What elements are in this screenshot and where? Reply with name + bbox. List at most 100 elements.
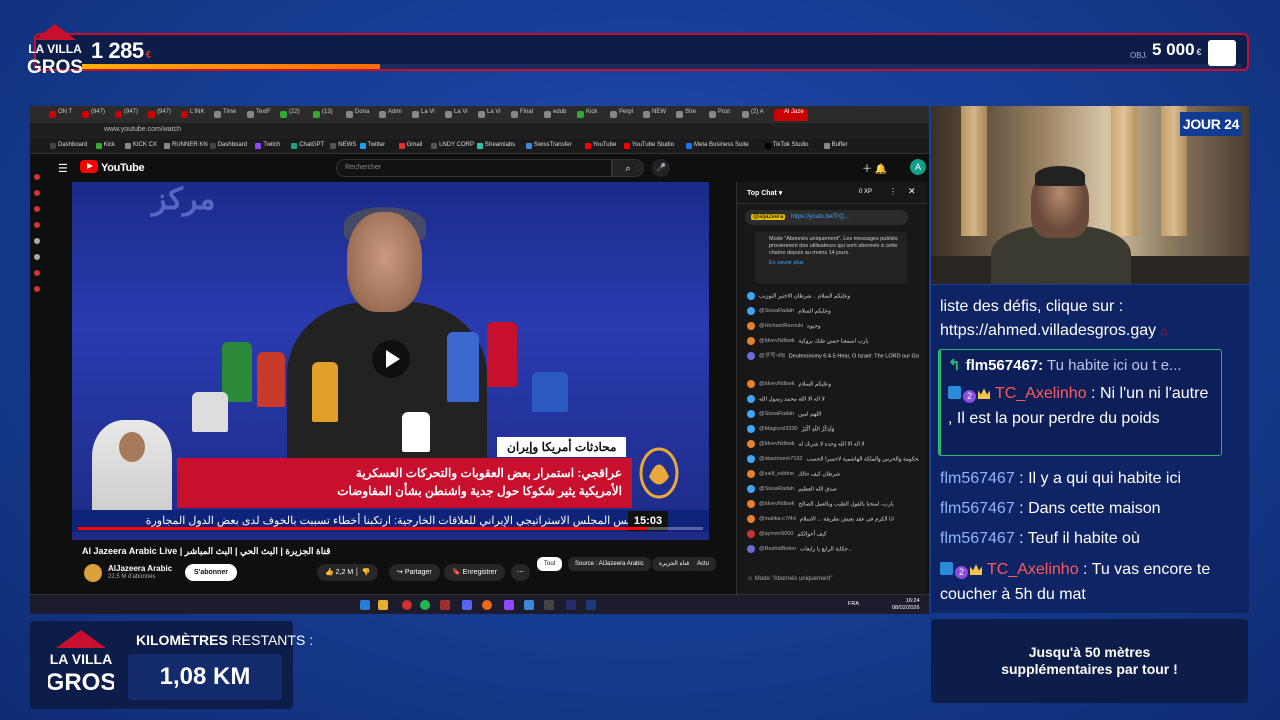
hamburger-menu-icon[interactable]: ☰ (58, 162, 68, 175)
bookmark-item[interactable]: Streamlabs (476, 142, 515, 149)
bookmark-item[interactable]: YouTube Studio (623, 142, 674, 149)
chat-message[interactable]: وعليكم السلام .. شرطان الاختبر التوزيب (747, 292, 919, 300)
chat-message[interactable]: @malika-c7f4d انا الكرم في عقد يعيش بطريق… (747, 515, 919, 523)
account-avatar[interactable]: A (910, 159, 926, 175)
browser-tab[interactable]: NEW (642, 109, 666, 121)
play-icon[interactable] (372, 340, 410, 378)
share-button[interactable]: ↪ Partager (389, 564, 440, 581)
discord-icon[interactable] (462, 600, 472, 610)
filter-chip[interactable]: Actu (690, 557, 717, 571)
bookmark-item[interactable]: KICK CX (124, 142, 157, 149)
browser-tab[interactable]: Admi (378, 109, 402, 121)
premiere-icon[interactable] (566, 600, 576, 610)
chat-message[interactable]: @SissaRadah صدق الله العظيم (747, 485, 919, 493)
youtube-wordmark[interactable]: YouTube (101, 162, 145, 174)
start-icon[interactable] (360, 600, 370, 610)
url-text[interactable]: www.youtube.com/watch (104, 126, 181, 133)
sidebar-icon[interactable] (34, 270, 40, 276)
chat-input[interactable]: ☺ Mode "Abonnés uniquement" (747, 576, 832, 582)
chat-message[interactable]: @ダ写-d9j Deuteronomy 6:4-5 Hear, O Israel:… (747, 352, 919, 360)
sidebar-icon[interactable] (34, 190, 40, 196)
chat-message[interactable]: @SissaRadah وعليكم السلام (747, 307, 919, 315)
search-input[interactable]: Rechercher (336, 159, 612, 177)
firefox-icon[interactable] (482, 600, 492, 610)
chat-message[interactable]: @IdvevNdbwk وعليكم السلام (747, 380, 919, 388)
chat-message[interactable]: @aymen9000 كيف أحوالكم (747, 530, 919, 538)
browser-tab[interactable]: (947) (81, 109, 105, 121)
browser-tab[interactable]: (947) (114, 109, 138, 121)
close-icon[interactable]: ✕ (908, 186, 916, 197)
chrome-icon[interactable] (402, 600, 412, 610)
browser-tab[interactable]: La Vi (444, 109, 468, 121)
player-controls[interactable] (72, 527, 709, 540)
chat-message[interactable]: @salif_eddine شرطان كيف حالك (747, 470, 919, 478)
chat-message[interactable]: @IdvevNdbwk يارب اسمعنا حسن ظنك بروكية (747, 337, 919, 345)
more-options-icon[interactable]: ⋯ (511, 564, 530, 581)
browser-tab[interactable]: La Vi (411, 109, 435, 121)
filter-chip[interactable]: Tout (537, 557, 563, 571)
like-button[interactable]: 👍 2,2 M │ 👎 (317, 564, 379, 581)
system-clock[interactable]: 16:24 08/02/2026 (892, 598, 920, 612)
chat-message[interactable]: @HichamRezouki وحيوه (747, 322, 919, 330)
app-icon[interactable] (524, 600, 534, 610)
browser-tab[interactable]: (947) (147, 109, 171, 121)
address-bar[interactable]: www.youtube.com/watch (30, 123, 929, 139)
video-player[interactable]: مركز محادثات أمريكا وإيران عراقجي: استمر… (72, 182, 709, 540)
chat-mode-dropdown[interactable]: Top Chat ▾ (747, 189, 782, 197)
sidebar-icon[interactable] (34, 254, 40, 260)
spotify-icon[interactable] (420, 600, 430, 610)
sidebar-icon[interactable] (34, 238, 40, 244)
search-icon[interactable]: ⌕ (612, 159, 644, 177)
sidebar-icon[interactable] (34, 174, 40, 180)
bookmark-item[interactable]: RUNNER KN (164, 142, 208, 149)
save-button[interactable]: 🔖 Enregistrer (444, 564, 505, 581)
twitch-icon[interactable] (504, 600, 514, 610)
learn-more-link[interactable]: En savoir plus (769, 260, 903, 267)
language-indicator[interactable]: FRA (848, 601, 859, 607)
bookmark-item[interactable]: Twitch (255, 142, 280, 149)
bookmark-item[interactable]: YouTube (584, 142, 616, 149)
photoshop-icon[interactable] (586, 600, 596, 610)
app-icon[interactable] (544, 600, 554, 610)
bookmark-item[interactable]: NEWS (330, 142, 356, 149)
bookmark-item[interactable]: ChatGPT (291, 142, 324, 149)
sidebar-icon[interactable] (34, 222, 40, 228)
channel-avatar[interactable] (84, 564, 102, 582)
bookmark-item[interactable]: SwissTransfer (525, 142, 572, 149)
microphone-icon[interactable]: 🎤 (652, 159, 670, 177)
bookmark-item[interactable]: Dashboard (209, 142, 247, 149)
more-options-icon[interactable]: ⋮ (889, 187, 897, 196)
browser-tab[interactable]: ON T (48, 109, 72, 121)
bookmark-item[interactable]: Buffer (823, 142, 848, 149)
app-icon[interactable] (440, 600, 450, 610)
browser-tab[interactable]: (22) (279, 109, 300, 121)
sidebar-icon[interactable] (34, 206, 40, 212)
bookmark-item[interactable]: Meta Business Suite (686, 142, 749, 149)
bookmark-item[interactable]: Kick (95, 142, 115, 149)
browser-tab[interactable]: Dona (345, 109, 369, 121)
browser-tab[interactable]: L'INK (180, 109, 204, 121)
bookmark-item[interactable]: Dashboard (50, 142, 87, 149)
pinned-message[interactable]: @aljazeera https://youtu.be/TrQ... (745, 210, 908, 225)
browser-tab[interactable]: TextF (246, 109, 271, 121)
browser-tab[interactable]: Post (708, 109, 730, 121)
youtube-logo-icon[interactable] (80, 160, 98, 173)
chat-message[interactable]: @IdvevNdbwk لا اله الا الله وحده لا شريك … (747, 440, 919, 448)
browser-tab[interactable]: (13) (312, 109, 333, 121)
seek-bar[interactable] (78, 527, 703, 530)
browser-tab[interactable]: Perpl (609, 109, 633, 121)
browser-tab[interactable]: Stre (675, 109, 696, 121)
chat-message[interactable]: @Magicrol3330 وَلَذِكْرُ اللَّهِ أَكْبَرُ (747, 425, 919, 433)
browser-tab[interactable]: (2) A (741, 109, 764, 121)
chat-message[interactable]: @sbarimonir7192 الحكومة والحرس والملكة ال… (747, 455, 919, 463)
bookmark-item[interactable]: Twitter (359, 142, 385, 149)
subscribe-button[interactable]: S'abonner (185, 564, 237, 581)
chat-message[interactable]: لا اله الا الله محمد رسول الله (747, 395, 919, 403)
bookmark-item[interactable]: Gmail (398, 142, 422, 149)
bookmark-item[interactable]: LNDY CORP (431, 142, 474, 149)
browser-tab[interactable]: La Vi (477, 109, 501, 121)
bookmark-item[interactable]: TikTok Studio (764, 142, 808, 149)
chat-message[interactable]: @RashidBoten حكاية الرابع يا رابعات... (747, 545, 919, 553)
browser-tab[interactable]: Al Jaze (774, 109, 808, 121)
sidebar-icon[interactable] (34, 286, 40, 292)
